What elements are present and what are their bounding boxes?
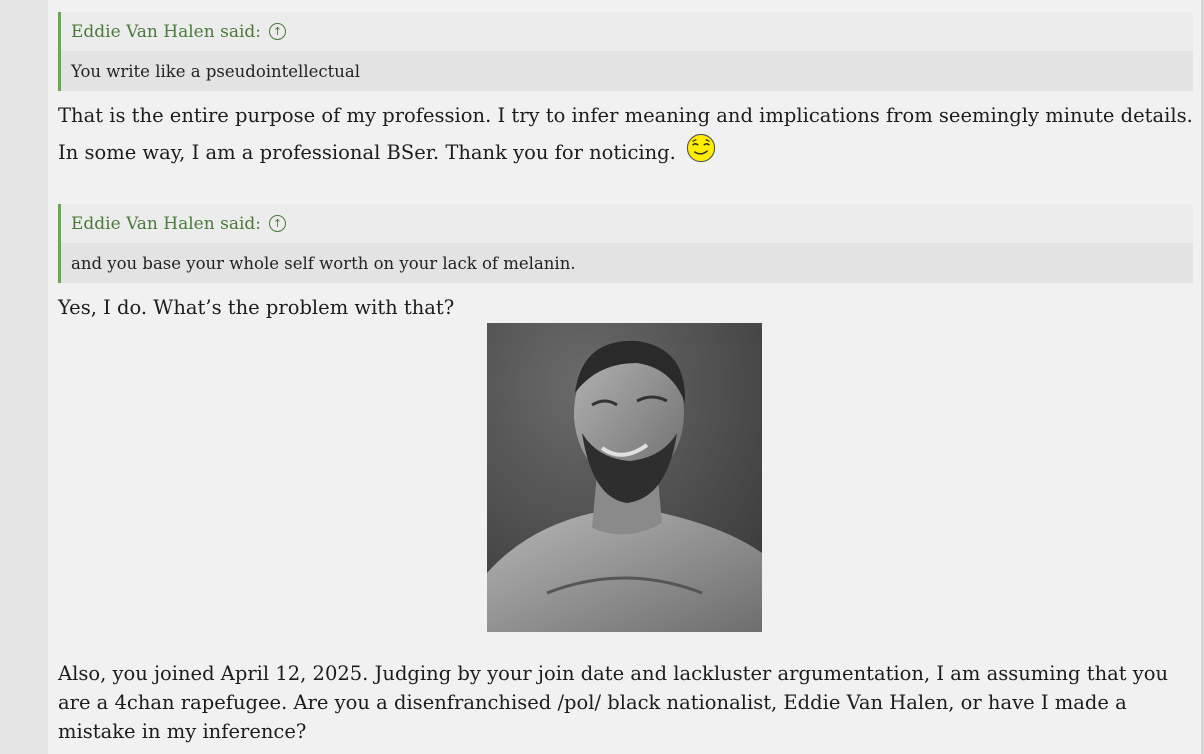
reply-text: Also, you joined April 12, 2025. Judging…: [58, 662, 1169, 743]
quote-author[interactable]: Eddie Van Halen said:: [71, 22, 261, 42]
quote-block: Eddie Van Halen said: ↑ You write like a…: [58, 12, 1193, 91]
quote-text: and you base your whole self worth on yo…: [61, 243, 1193, 283]
reply-paragraph: Also, you joined April 12, 2025. Judging…: [58, 659, 1198, 746]
quote-header: Eddie Van Halen said: ↑: [61, 204, 1193, 243]
left-gutter: [0, 0, 48, 754]
reply-paragraph: Yes, I do. What’s the problem with that?: [58, 291, 1198, 325]
relieved-smiley-icon: [686, 133, 716, 163]
post-content: Eddie Van Halen said: ↑ You write like a…: [48, 0, 1201, 754]
meme-image[interactable]: [487, 323, 762, 632]
quote-author[interactable]: Eddie Van Halen said:: [71, 214, 261, 234]
quote-block: Eddie Van Halen said: ↑ and you base you…: [58, 204, 1193, 283]
arrow-up-circle-icon[interactable]: ↑: [269, 23, 286, 40]
reply-paragraph: That is the entire purpose of my profess…: [58, 99, 1198, 170]
quote-text: You write like a pseudointellectual: [61, 51, 1193, 91]
reply-text: That is the entire purpose of my profess…: [58, 104, 1193, 164]
quote-header: Eddie Van Halen said: ↑: [61, 12, 1193, 51]
arrow-up-circle-icon[interactable]: ↑: [269, 215, 286, 232]
reply-text: Yes, I do. What’s the problem with that?: [58, 296, 455, 319]
